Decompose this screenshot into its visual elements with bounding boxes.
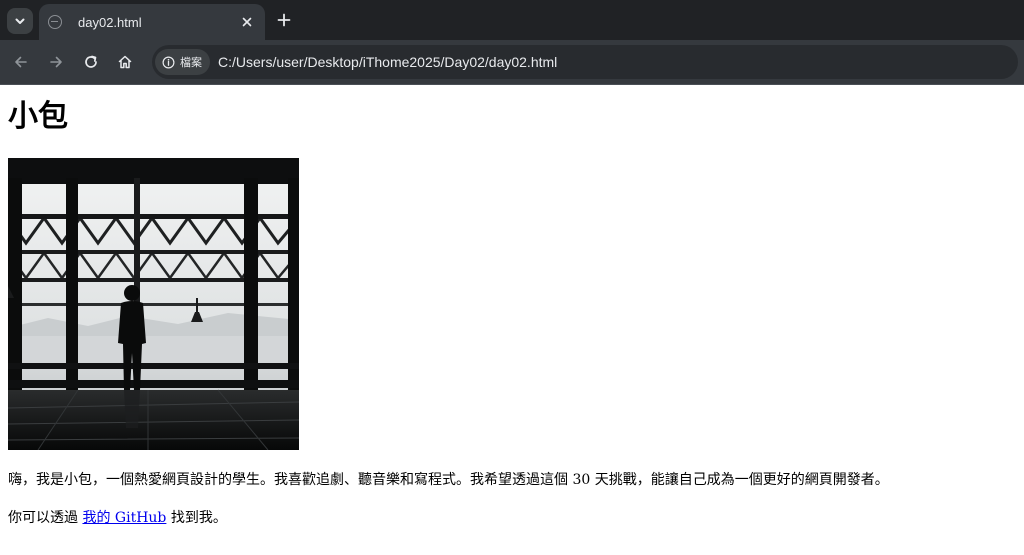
home-button[interactable]	[114, 51, 136, 73]
tab-title: day02.html	[78, 14, 142, 30]
site-chip-label: 檔案	[180, 56, 202, 69]
plus-icon	[277, 13, 291, 27]
address-bar[interactable]: 檔案 C:/Users/user/Desktop/iThome2025/Day0…	[152, 45, 1018, 79]
contact-paragraph: 你可以透過 我的 GitHub 找到我。	[8, 507, 227, 527]
silhouette-photo-image	[8, 158, 299, 450]
contact-suffix: 找到我。	[170, 510, 227, 526]
close-icon	[242, 17, 252, 27]
tab-close-button[interactable]	[239, 14, 255, 30]
chevron-down-icon	[15, 18, 25, 24]
back-button[interactable]	[10, 51, 32, 73]
github-link[interactable]: 我的 GitHub	[82, 510, 166, 526]
globe-icon	[48, 15, 62, 29]
tab-day02[interactable]: day02.html	[39, 4, 265, 40]
forward-button[interactable]	[45, 51, 67, 73]
info-icon	[162, 56, 175, 68]
home-icon	[118, 55, 132, 69]
new-tab-button[interactable]	[274, 10, 294, 30]
page-title: 小包	[8, 99, 68, 134]
intro-paragraph: 嗨，我是小包，一個熱愛網頁設計的學生。我喜歡追劇、聽音樂和寫程式。我希望透過這個…	[8, 472, 889, 488]
reload-button[interactable]	[80, 51, 102, 73]
arrow-right-icon	[50, 56, 62, 68]
tab-strip: day02.html	[0, 0, 1024, 40]
tab-search-button[interactable]	[7, 8, 33, 34]
contact-prefix: 你可以透過	[8, 510, 78, 526]
profile-photo	[8, 158, 299, 450]
url-text[interactable]: C:/Users/user/Desktop/iThome2025/Day02/d…	[218, 54, 557, 70]
reload-icon	[85, 55, 97, 68]
page-content: 小包 嗨，我是小包，一個熱愛網頁設計的學生。我喜歡追劇、聽音樂和寫程式。我希望透…	[0, 85, 1024, 555]
arrow-left-icon	[15, 56, 27, 68]
site-info-chip[interactable]: 檔案	[155, 49, 210, 75]
browser-chrome: day02.html 檔案 C:/Users/user/Desktop/iTho…	[0, 0, 1024, 85]
toolbar: 檔案 C:/Users/user/Desktop/iThome2025/Day0…	[0, 40, 1024, 85]
